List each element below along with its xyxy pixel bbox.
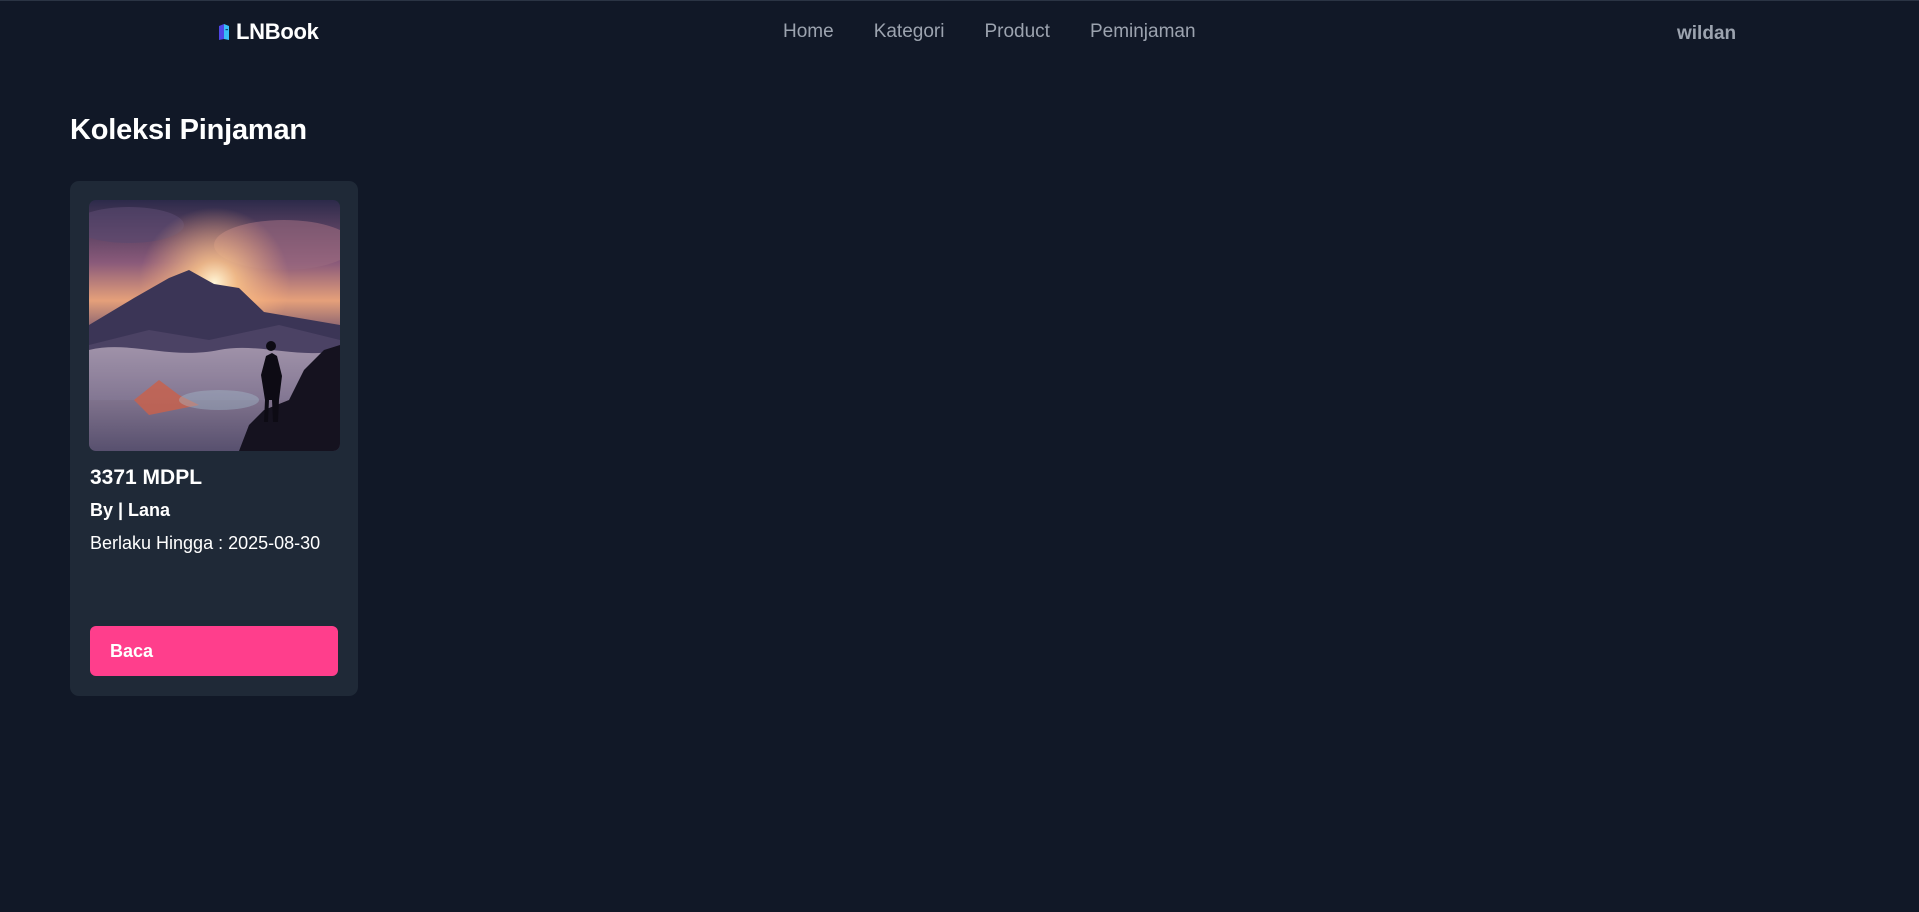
main-nav: Home Kategori Product Peminjaman [783, 21, 1236, 43]
nav-home[interactable]: Home [783, 21, 834, 43]
user-menu[interactable]: wildan [1677, 23, 1736, 45]
loan-valid-until: Berlaku Hingga : 2025-08-30 [90, 533, 321, 553]
nav-kategori[interactable]: Kategori [874, 21, 945, 43]
brand-logo[interactable]: LNBook [216, 19, 319, 45]
book-card: 3371 MDPL By | Lana Berlaku Hingga : 202… [70, 181, 358, 696]
book-author: By | Lana [90, 500, 171, 520]
brand-name: LNBook [236, 19, 319, 44]
book-icon [219, 24, 229, 40]
book-cover-image [89, 200, 340, 451]
nav-peminjaman[interactable]: Peminjaman [1090, 21, 1196, 43]
navbar: LNBook Home Kategori Product Peminjaman … [0, 1, 1919, 65]
book-title: 3371 MDPL [90, 466, 203, 489]
page-title: Koleksi Pinjaman [70, 114, 307, 146]
read-button[interactable]: Baca [90, 626, 338, 676]
nav-product[interactable]: Product [984, 21, 1049, 43]
